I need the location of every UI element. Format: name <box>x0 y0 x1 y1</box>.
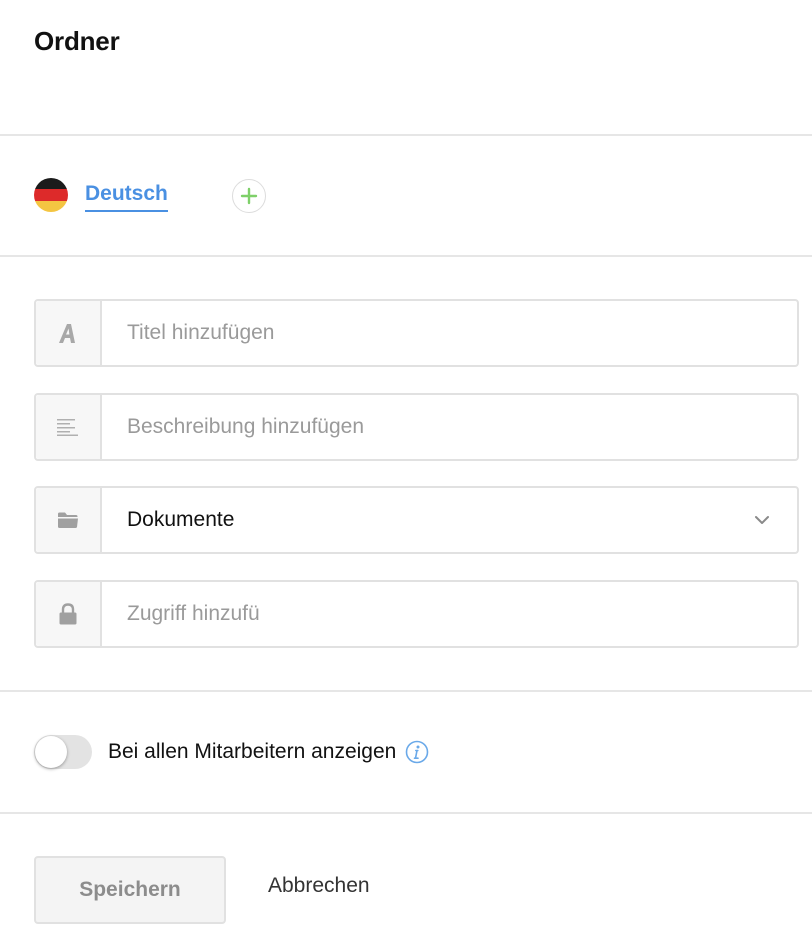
description-addon <box>36 395 102 459</box>
divider <box>0 255 812 257</box>
title-field <box>34 299 799 367</box>
toggle-knob <box>35 736 67 768</box>
align-left-icon <box>57 419 78 436</box>
page-title: Ordner <box>34 26 120 56</box>
divider <box>0 690 812 692</box>
title-input[interactable] <box>102 301 797 365</box>
germany-flag-icon <box>34 178 68 212</box>
cancel-button[interactable]: Abbrechen <box>268 874 370 898</box>
title-addon <box>36 301 102 365</box>
access-input[interactable] <box>102 582 797 646</box>
italic-a-icon <box>59 324 75 343</box>
access-addon <box>36 582 102 646</box>
divider <box>0 812 812 814</box>
access-field <box>34 580 799 648</box>
description-field <box>34 393 799 461</box>
info-icon[interactable] <box>405 740 429 764</box>
folder-addon <box>36 488 102 552</box>
plus-icon <box>240 187 258 205</box>
visibility-row: Bei allen Mitarbeitern anzeigen <box>34 734 429 770</box>
divider <box>0 134 812 136</box>
save-button[interactable]: Speichern <box>34 856 226 924</box>
folder-icon <box>58 512 78 528</box>
show-all-employees-label: Bei allen Mitarbeitern anzeigen <box>108 740 397 763</box>
show-all-employees-toggle[interactable] <box>34 735 92 769</box>
folder-dropdown-toggle[interactable] <box>727 488 797 552</box>
language-tabs: Deutsch <box>34 178 168 212</box>
tab-language-deutsch[interactable]: Deutsch <box>85 181 168 212</box>
chevron-down-icon <box>755 516 769 524</box>
folder-select[interactable]: Dokumente <box>34 486 799 554</box>
info-circle-icon <box>406 740 429 764</box>
description-input[interactable] <box>102 395 797 459</box>
folder-select-value: Dokumente <box>127 508 235 531</box>
lock-icon <box>59 603 77 625</box>
add-language-button[interactable] <box>232 179 266 213</box>
